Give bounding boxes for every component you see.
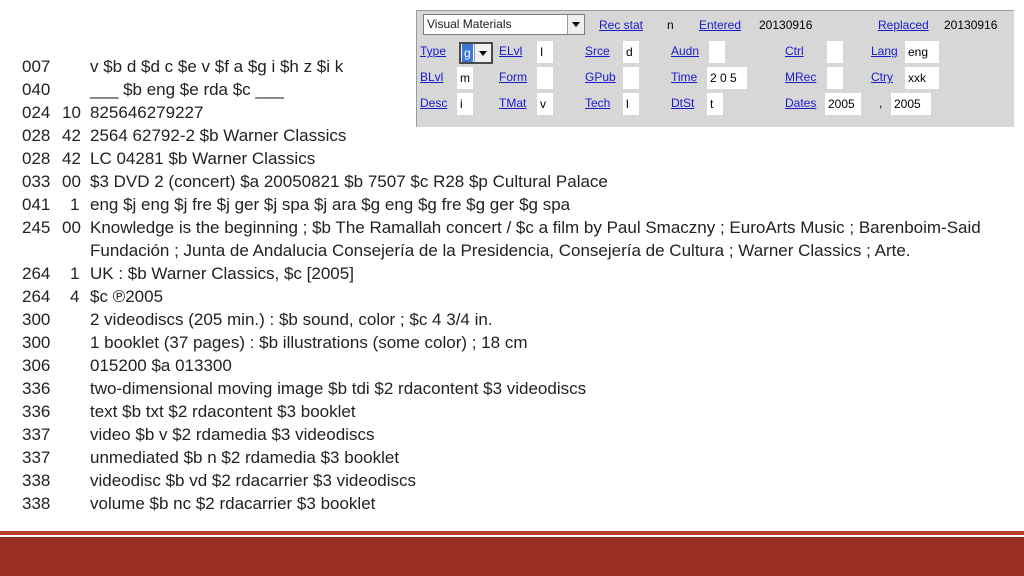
marc-value[interactable]: 2 videodiscs (205 min.) : $b sound, colo… bbox=[90, 308, 493, 331]
marc-value[interactable]: two-dimensional moving image $b tdi $2 r… bbox=[90, 377, 586, 400]
fixed-field-panel: Visual Materials Rec stat n Entered 2013… bbox=[416, 10, 1014, 127]
lang-label[interactable]: Lang bbox=[871, 43, 898, 59]
marc-value[interactable]: ___ $b eng $e rda $c ___ bbox=[90, 78, 284, 101]
marc-tag: 033 bbox=[22, 172, 51, 191]
replaced-value: 20130916 bbox=[944, 18, 998, 32]
type-select[interactable]: g bbox=[459, 42, 493, 64]
date2-field[interactable]: 2005 bbox=[891, 93, 931, 115]
marc-value-continuation[interactable]: Fundación ; Junta de Andalucia Consejerí… bbox=[90, 239, 911, 262]
dates-separator: , bbox=[879, 96, 883, 110]
marc-tag: 338 bbox=[22, 494, 51, 513]
chevron-down-icon[interactable] bbox=[474, 44, 491, 62]
marc-value[interactable]: LC 04281 $b Warner Classics bbox=[90, 147, 315, 170]
tmat-field[interactable]: v bbox=[537, 93, 553, 115]
marc-value[interactable]: UK : $b Warner Classics, $c [2005] bbox=[90, 262, 354, 285]
footer-accent-line bbox=[0, 531, 1024, 535]
marc-tag: 336 bbox=[22, 402, 51, 421]
marc-value[interactable]: $c ℗2005 bbox=[90, 285, 163, 308]
gpub-field[interactable] bbox=[623, 67, 639, 89]
ctrl-field[interactable] bbox=[827, 41, 843, 63]
marc-tag: 300 bbox=[22, 333, 51, 352]
time-label[interactable]: Time bbox=[671, 69, 697, 85]
date1-field[interactable]: 2005 bbox=[825, 93, 861, 115]
marc-value[interactable]: videodisc $b vd $2 rdacarrier $3 videodi… bbox=[90, 469, 416, 492]
marc-value[interactable]: unmediated $b n $2 rdamedia $3 booklet bbox=[90, 446, 399, 469]
elvl-label[interactable]: ELvl bbox=[499, 43, 522, 59]
marc-value[interactable]: Knowledge is the beginning ; $b The Rama… bbox=[90, 216, 981, 239]
marc-value[interactable]: volume $b nc $2 rdacarrier $3 booklet bbox=[90, 492, 375, 515]
tech-label[interactable]: Tech bbox=[585, 95, 610, 111]
srce-field[interactable]: d bbox=[623, 41, 639, 63]
marc-tag: 007 bbox=[22, 57, 51, 76]
marc-tag: 336 bbox=[22, 379, 51, 398]
lang-field[interactable]: eng bbox=[905, 41, 939, 63]
dtst-label[interactable]: DtSt bbox=[671, 95, 694, 111]
marc-value[interactable]: 1 booklet (37 pages) : $b illustrations … bbox=[90, 331, 527, 354]
marc-tag: 300 bbox=[22, 310, 51, 329]
marc-value[interactable]: $3 DVD 2 (concert) $a 20050821 $b 7507 $… bbox=[90, 170, 608, 193]
dtst-field[interactable]: t bbox=[707, 93, 723, 115]
record-type-select-value: Visual Materials bbox=[427, 17, 512, 31]
marc-tag: 337 bbox=[22, 448, 51, 467]
marc-value[interactable]: eng $j eng $j fre $j ger $j spa $j ara $… bbox=[90, 193, 570, 216]
marc-value[interactable]: 015200 $a 013300 bbox=[90, 354, 232, 377]
marc-value[interactable]: video $b v $2 rdamedia $3 videodiscs bbox=[90, 423, 374, 446]
form-label[interactable]: Form bbox=[499, 69, 527, 85]
blvl-field[interactable]: m bbox=[457, 67, 473, 89]
type-label[interactable]: Type bbox=[420, 43, 446, 59]
time-field[interactable]: 2 0 5 bbox=[707, 67, 747, 89]
marc-tag: 306 bbox=[22, 356, 51, 375]
ctry-field[interactable]: xxk bbox=[905, 67, 939, 89]
rec-stat-value: n bbox=[667, 18, 674, 32]
gpub-label[interactable]: GPub bbox=[585, 69, 616, 85]
footer-band bbox=[0, 537, 1024, 576]
marc-value[interactable]: v $b d $d c $e v $f a $g i $h z $i k bbox=[90, 55, 343, 78]
tech-field[interactable]: l bbox=[623, 93, 639, 115]
mrec-field[interactable] bbox=[827, 67, 843, 89]
marc-tag: 028 bbox=[22, 126, 51, 145]
blvl-label[interactable]: BLvl bbox=[420, 69, 443, 85]
marc-value[interactable]: 2564 62792-2 $b Warner Classics bbox=[90, 124, 346, 147]
marc-tag: 264 bbox=[22, 287, 51, 306]
form-field[interactable] bbox=[537, 67, 553, 89]
elvl-field[interactable]: I bbox=[537, 41, 553, 63]
marc-tag: 041 bbox=[22, 195, 51, 214]
marc-value[interactable]: 825646279227 bbox=[90, 101, 203, 124]
chevron-down-icon[interactable] bbox=[567, 15, 584, 34]
desc-label[interactable]: Desc bbox=[420, 95, 447, 111]
type-select-value: g bbox=[462, 44, 473, 62]
marc-tag: 245 bbox=[22, 218, 51, 237]
ctry-label[interactable]: Ctry bbox=[871, 69, 893, 85]
marc-tag: 040 bbox=[22, 80, 51, 99]
marc-value[interactable]: text $b txt $2 rdacontent $3 booklet bbox=[90, 400, 356, 423]
tmat-label[interactable]: TMat bbox=[499, 95, 526, 111]
ctrl-label[interactable]: Ctrl bbox=[785, 43, 804, 59]
entered-value: 20130916 bbox=[759, 18, 813, 32]
desc-field[interactable]: i bbox=[457, 93, 473, 115]
record-type-select[interactable]: Visual Materials bbox=[423, 14, 585, 35]
entered-label[interactable]: Entered bbox=[699, 17, 741, 33]
marc-tag: 264 bbox=[22, 264, 51, 283]
marc-tag: 337 bbox=[22, 425, 51, 444]
replaced-label[interactable]: Replaced bbox=[878, 17, 929, 33]
marc-tag: 028 bbox=[22, 149, 51, 168]
srce-label[interactable]: Srce bbox=[585, 43, 610, 59]
audn-label[interactable]: Audn bbox=[671, 43, 699, 59]
audn-field[interactable] bbox=[709, 41, 725, 63]
marc-tag: 338 bbox=[22, 471, 51, 490]
dates-label[interactable]: Dates bbox=[785, 95, 816, 111]
rec-stat-label[interactable]: Rec stat bbox=[599, 17, 643, 33]
mrec-label[interactable]: MRec bbox=[785, 69, 816, 85]
marc-tag: 024 bbox=[22, 103, 51, 122]
